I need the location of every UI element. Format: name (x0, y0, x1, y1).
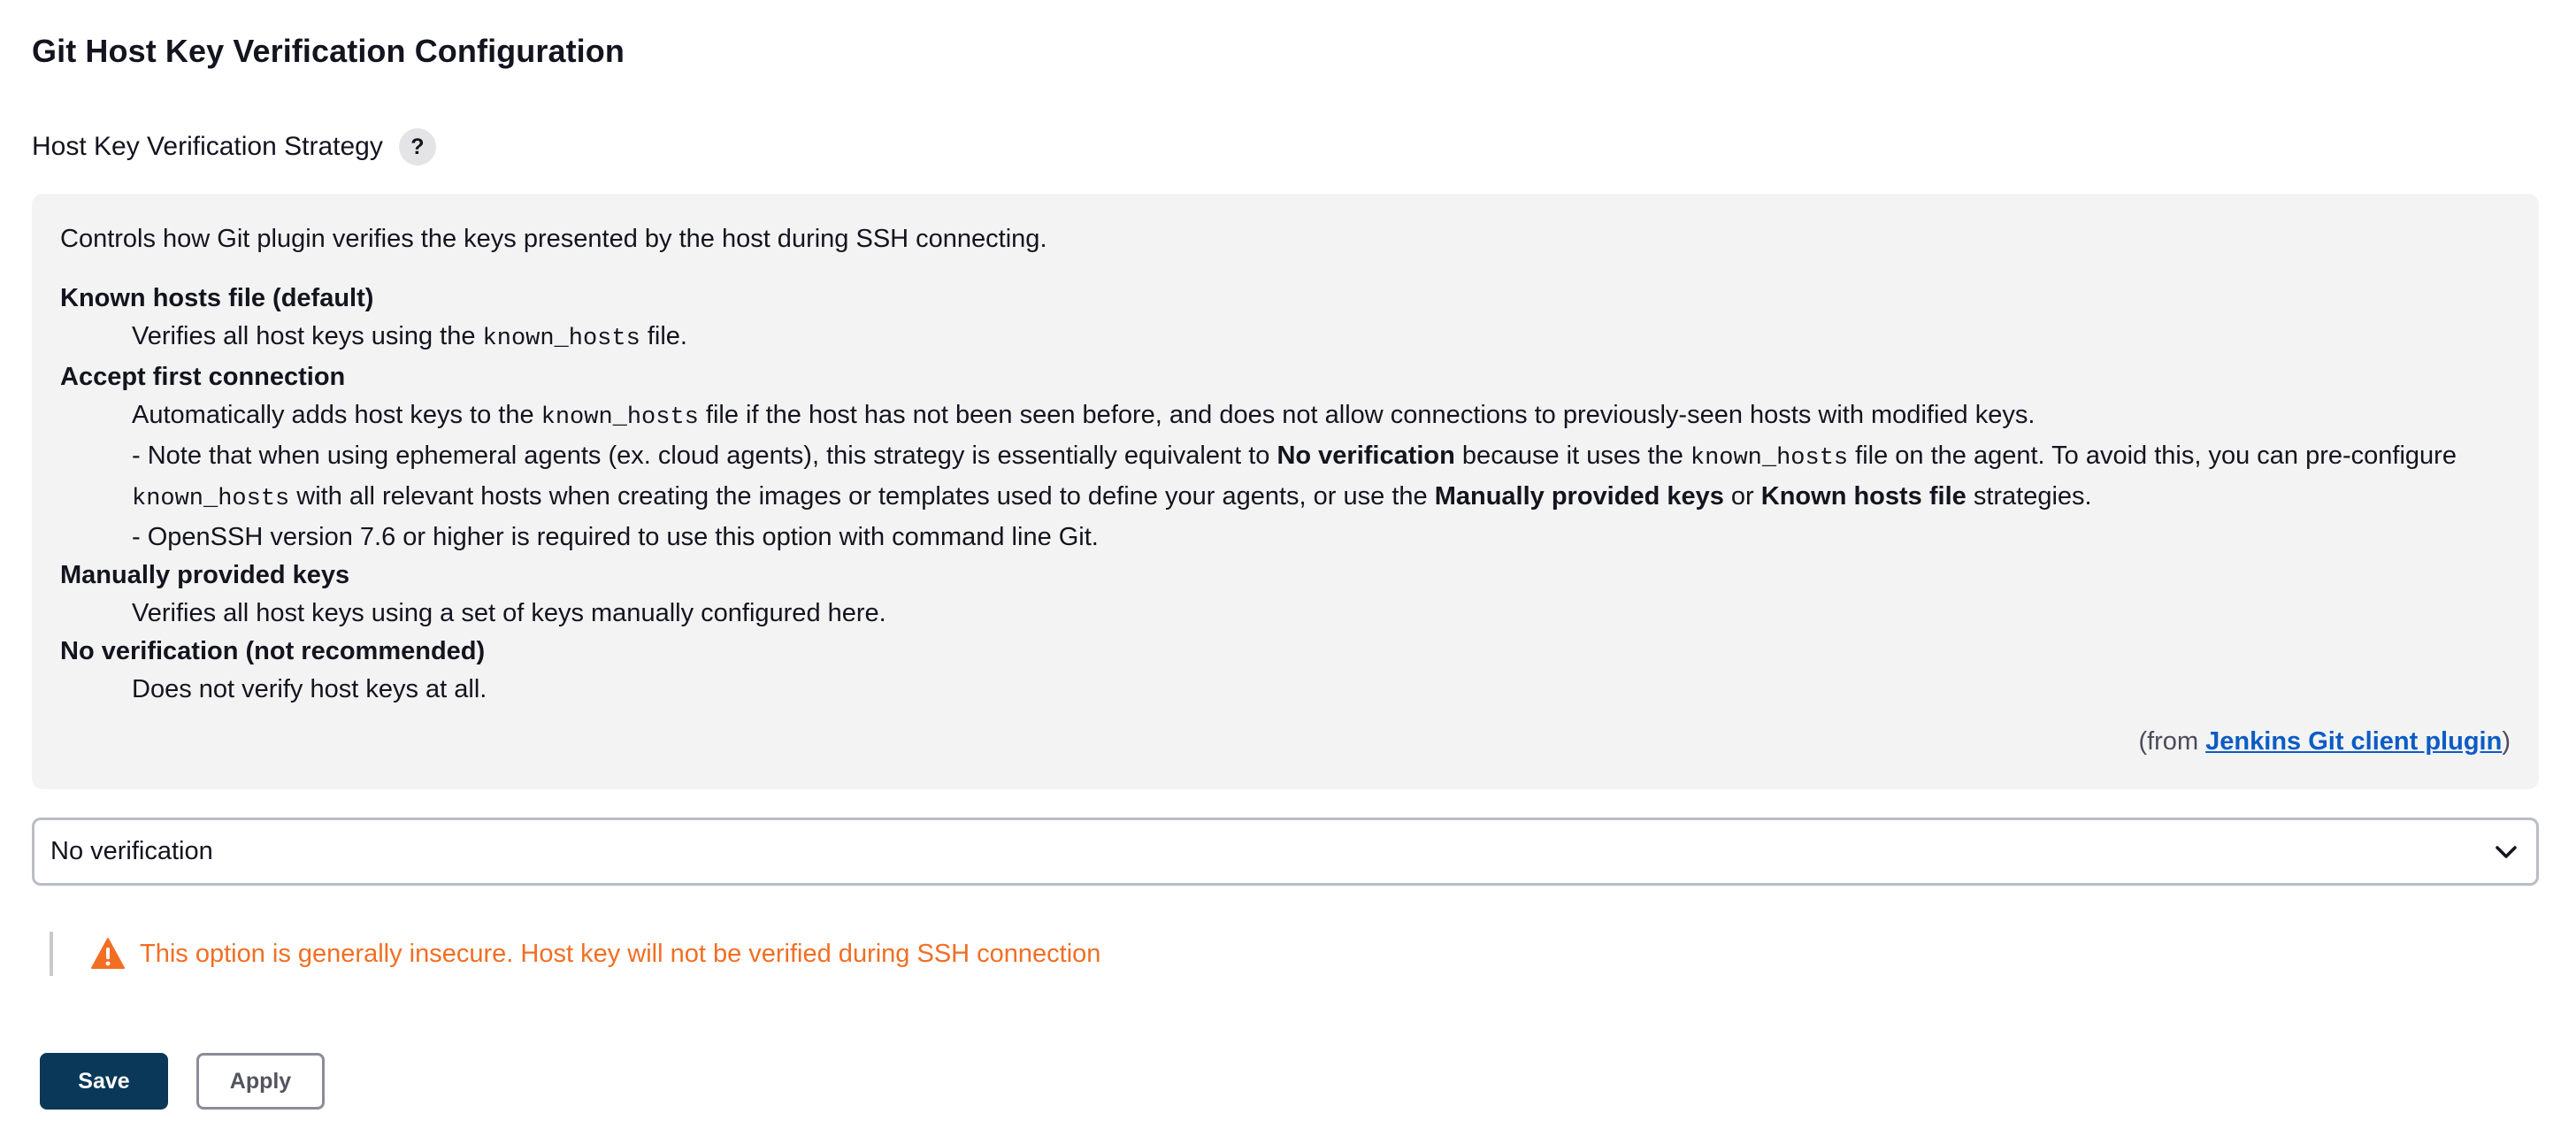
code-known-hosts: known_hosts (482, 326, 640, 352)
apply-button[interactable]: Apply (196, 1053, 325, 1110)
term-accept-first: Accept first connection (60, 363, 346, 391)
warning-message: This option is generally insecure. Host … (50, 932, 1100, 976)
field-header: Host Key Verification Strategy ? (32, 127, 436, 166)
help-button[interactable]: ? (398, 128, 436, 165)
help-panel: Controls how Git plugin verifies the key… (32, 194, 2539, 789)
desc-known-hosts: Verifies all host keys using the known_h… (132, 322, 687, 352)
field-label: Host Key Verification Strategy (32, 132, 383, 161)
warning-divider (50, 932, 53, 976)
help-source: (from Jenkins Git client plugin) (2138, 727, 2511, 756)
term-no-verification: No verification (not recommended) (60, 637, 486, 665)
page-title: Git Host Key Verification Configuration (32, 33, 625, 69)
desc-no-verification: Does not verify host keys at all. (132, 675, 487, 703)
term-known-hosts: Known hosts file (default) (60, 284, 374, 312)
save-button[interactable]: Save (40, 1053, 168, 1110)
help-intro: Controls how Git plugin verifies the key… (60, 225, 1047, 253)
plugin-link[interactable]: Jenkins Git client plugin (2205, 727, 2502, 756)
desc-accept-first: Automatically adds host keys to the know… (132, 396, 2511, 557)
select-value: No verification (50, 837, 213, 865)
warning-icon (90, 936, 126, 972)
accept-openssh: - OpenSSH version 7.6 or higher is requi… (132, 523, 1099, 551)
strategy-select[interactable]: No verification (32, 818, 2539, 886)
accept-note: - Note that when using ephemeral agents … (132, 442, 2457, 512)
desc-manual-keys: Verifies all host keys using a set of ke… (132, 599, 886, 627)
warning-text: This option is generally insecure. Host … (140, 939, 1101, 968)
chevron-down-icon (2492, 838, 2520, 866)
term-manual-keys: Manually provided keys (60, 561, 350, 589)
accept-line1: Automatically adds host keys to the know… (132, 401, 2036, 431)
